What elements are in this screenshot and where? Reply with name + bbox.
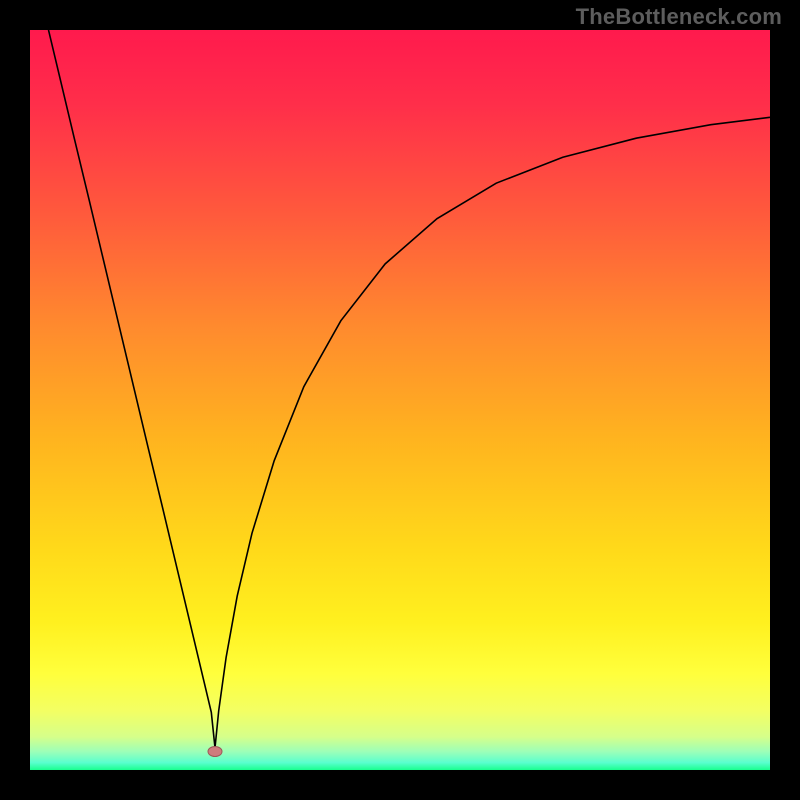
plot-area (30, 30, 770, 770)
chart-frame: TheBottleneck.com (0, 0, 800, 800)
watermark-label: TheBottleneck.com (576, 4, 782, 30)
bottleneck-chart (30, 30, 770, 770)
gradient-background (30, 30, 770, 770)
optimal-point-marker (208, 747, 222, 757)
